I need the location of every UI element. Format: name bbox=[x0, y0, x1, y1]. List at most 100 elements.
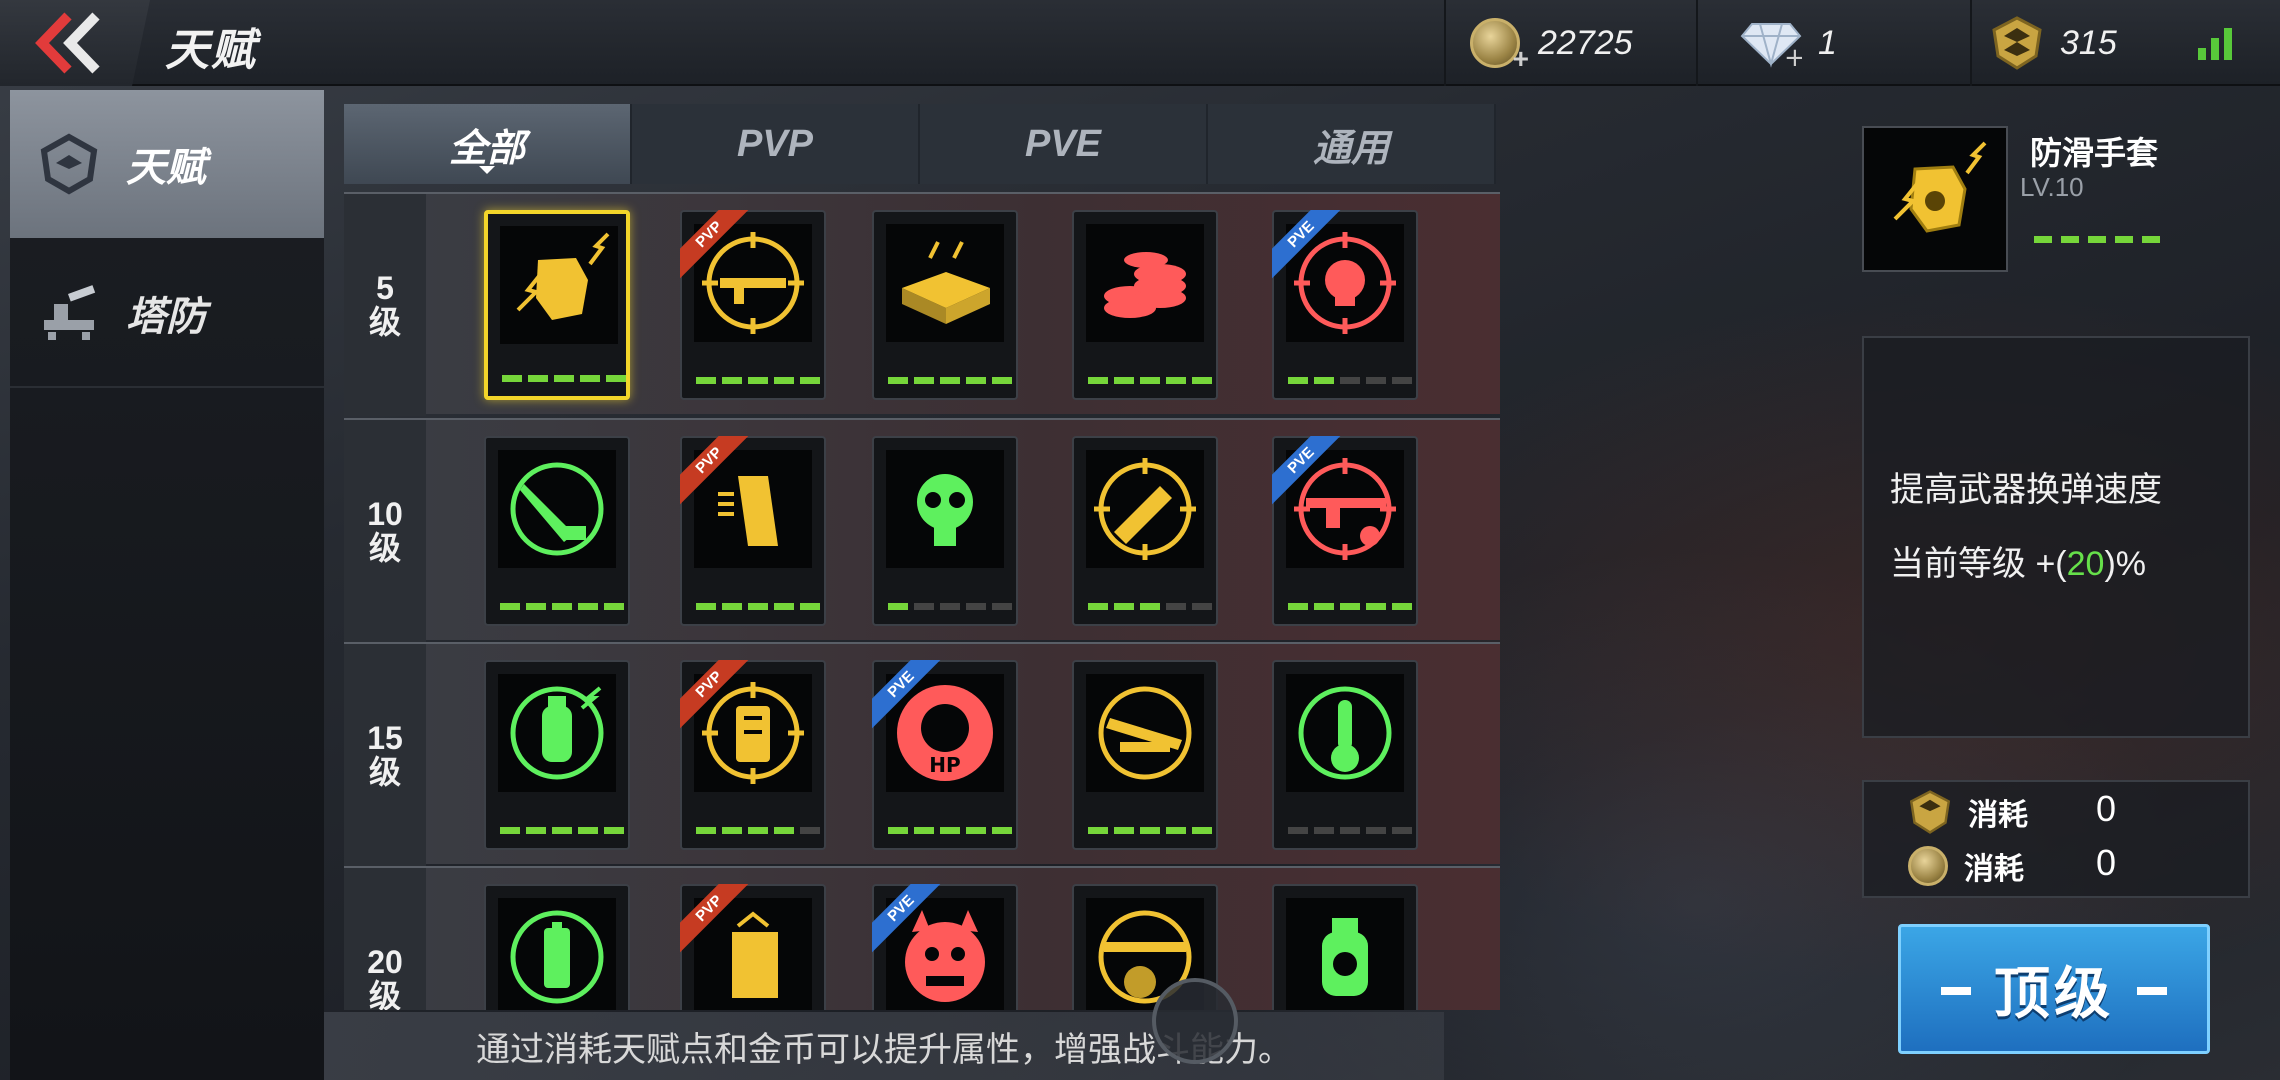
row-level-number: 20 bbox=[367, 944, 403, 980]
footer-hint: 通过消耗天赋点和金币可以提升属性，增强战斗能力。 bbox=[324, 1012, 1444, 1080]
level-pip bbox=[1114, 603, 1134, 610]
talent-level-progress bbox=[888, 827, 1012, 834]
talent-level-progress bbox=[500, 603, 624, 610]
talent-slot[interactable]: PVE bbox=[1272, 436, 1418, 626]
level-pip bbox=[1392, 603, 1412, 610]
level-pip bbox=[1166, 827, 1186, 834]
tab-general[interactable]: 通用 bbox=[1208, 104, 1496, 184]
level-pip bbox=[696, 377, 716, 384]
level-pip bbox=[800, 377, 820, 384]
talent-slot[interactable] bbox=[872, 436, 1018, 626]
talent-slot[interactable]: PVE bbox=[872, 884, 1018, 1010]
talent-slot[interactable] bbox=[1272, 660, 1418, 850]
level-pip bbox=[696, 603, 716, 610]
level-pip bbox=[722, 603, 742, 610]
level-pip bbox=[1140, 603, 1160, 610]
talent-slot[interactable] bbox=[1072, 210, 1218, 400]
tab-pvp[interactable]: PVP bbox=[632, 104, 920, 184]
gold-counter[interactable]: + 22725 bbox=[1470, 0, 1633, 86]
level-pip bbox=[2088, 236, 2106, 243]
level-pip bbox=[1088, 377, 1108, 384]
level-pip bbox=[1166, 377, 1186, 384]
talent-row: 10 级 PVP PVE bbox=[344, 418, 1500, 642]
talent-slot[interactable]: HP PVE bbox=[872, 660, 1018, 850]
diamond-counter[interactable]: + 1 bbox=[1740, 0, 1837, 86]
max-level-label: 顶级 bbox=[1994, 961, 2114, 1025]
battery-icon bbox=[498, 898, 616, 1010]
talent-slot[interactable]: PVP bbox=[680, 660, 826, 850]
talent-slot[interactable]: PVE bbox=[1272, 210, 1418, 400]
talent-level-progress bbox=[1088, 603, 1212, 610]
row-level-label: 20 级 bbox=[344, 868, 426, 1010]
double-chevron-left-icon bbox=[35, 12, 100, 74]
category-tabs: 全部 PVP PVE 通用 bbox=[344, 104, 1496, 184]
gold-coin-icon bbox=[1908, 846, 1948, 886]
level-pip bbox=[992, 603, 1012, 610]
level-pip bbox=[774, 827, 794, 834]
max-level-button[interactable]: 顶级 bbox=[1898, 924, 2210, 1054]
level-pip bbox=[1340, 827, 1360, 834]
talent-slot[interactable]: PVP bbox=[680, 436, 826, 626]
talent-slot[interactable] bbox=[484, 210, 630, 400]
level-pip bbox=[940, 827, 960, 834]
talent-level-progress bbox=[696, 603, 820, 610]
row-level-number: 15 bbox=[367, 720, 403, 756]
level-pip bbox=[1088, 603, 1108, 610]
talent-level-progress bbox=[696, 827, 820, 834]
talent-row: 20 级 PVP PVE bbox=[344, 866, 1500, 1010]
level-pip bbox=[914, 377, 934, 384]
selected-talent-icon bbox=[1862, 126, 2008, 272]
level-pip bbox=[2115, 236, 2133, 243]
sidebar-item-tower-defense[interactable]: 塔防 bbox=[10, 240, 324, 388]
row-level-unit: 级 bbox=[368, 304, 401, 340]
talent-slot[interactable] bbox=[484, 436, 630, 626]
talent-level-progress bbox=[1288, 377, 1412, 384]
talent-slot[interactable] bbox=[484, 884, 630, 1010]
grenade-icon bbox=[498, 674, 616, 792]
mode-ribbon-label: PVP bbox=[680, 660, 756, 731]
level-pip bbox=[500, 603, 520, 610]
rank-badge-icon bbox=[1909, 790, 1951, 834]
mode-ribbon: PVE bbox=[872, 884, 952, 964]
rank-badge-icon bbox=[1992, 16, 2042, 70]
tab-pve[interactable]: PVE bbox=[920, 104, 1208, 184]
level-pip bbox=[774, 603, 794, 610]
talent-slot[interactable] bbox=[484, 660, 630, 850]
back-button[interactable] bbox=[0, 0, 150, 86]
mode-ribbon-label: PVP bbox=[680, 436, 756, 507]
level-pip bbox=[914, 603, 934, 610]
talent-level-progress bbox=[1288, 827, 1412, 834]
glove-icon bbox=[500, 226, 618, 344]
level-pip bbox=[554, 375, 574, 382]
level-pip bbox=[606, 375, 626, 382]
selected-talent-progress bbox=[2034, 236, 2160, 243]
level-pip bbox=[888, 827, 908, 834]
level-pip bbox=[966, 377, 986, 384]
gas-mask-icon bbox=[886, 450, 1004, 568]
talent-slot[interactable]: PVP bbox=[680, 884, 826, 1010]
level-pip bbox=[1314, 603, 1334, 610]
biohazard-thermometer-icon bbox=[1286, 674, 1404, 792]
level-pip bbox=[604, 827, 624, 834]
tab-all[interactable]: 全部 bbox=[344, 104, 632, 184]
row-level-label: 10 级 bbox=[344, 420, 426, 642]
divider bbox=[1970, 0, 1972, 86]
talent-level-progress bbox=[1088, 377, 1212, 384]
sidebar: 天赋 塔防 bbox=[10, 90, 324, 1080]
level-pip bbox=[888, 603, 908, 610]
floating-assist-button[interactable] bbox=[1152, 978, 1238, 1064]
biohazard-grenade-icon bbox=[1286, 898, 1404, 1010]
talent-slot[interactable] bbox=[872, 210, 1018, 400]
mode-ribbon-label: PVP bbox=[680, 884, 756, 955]
glove-icon bbox=[1893, 141, 1987, 233]
divider bbox=[1444, 0, 1446, 86]
cost-row-talent-points: 消耗 bbox=[1908, 790, 2028, 834]
talent-slot[interactable] bbox=[1272, 884, 1418, 1010]
talent-slot[interactable] bbox=[1072, 436, 1218, 626]
talent-level-progress bbox=[888, 603, 1012, 610]
sidebar-item-talent[interactable]: 天赋 bbox=[10, 90, 324, 238]
talent-slot[interactable] bbox=[1072, 660, 1218, 850]
ammo-box-icon bbox=[886, 224, 1004, 342]
talent-row: 15 级 PVP HP PVE bbox=[344, 642, 1500, 866]
talent-slot[interactable]: PVP bbox=[680, 210, 826, 400]
